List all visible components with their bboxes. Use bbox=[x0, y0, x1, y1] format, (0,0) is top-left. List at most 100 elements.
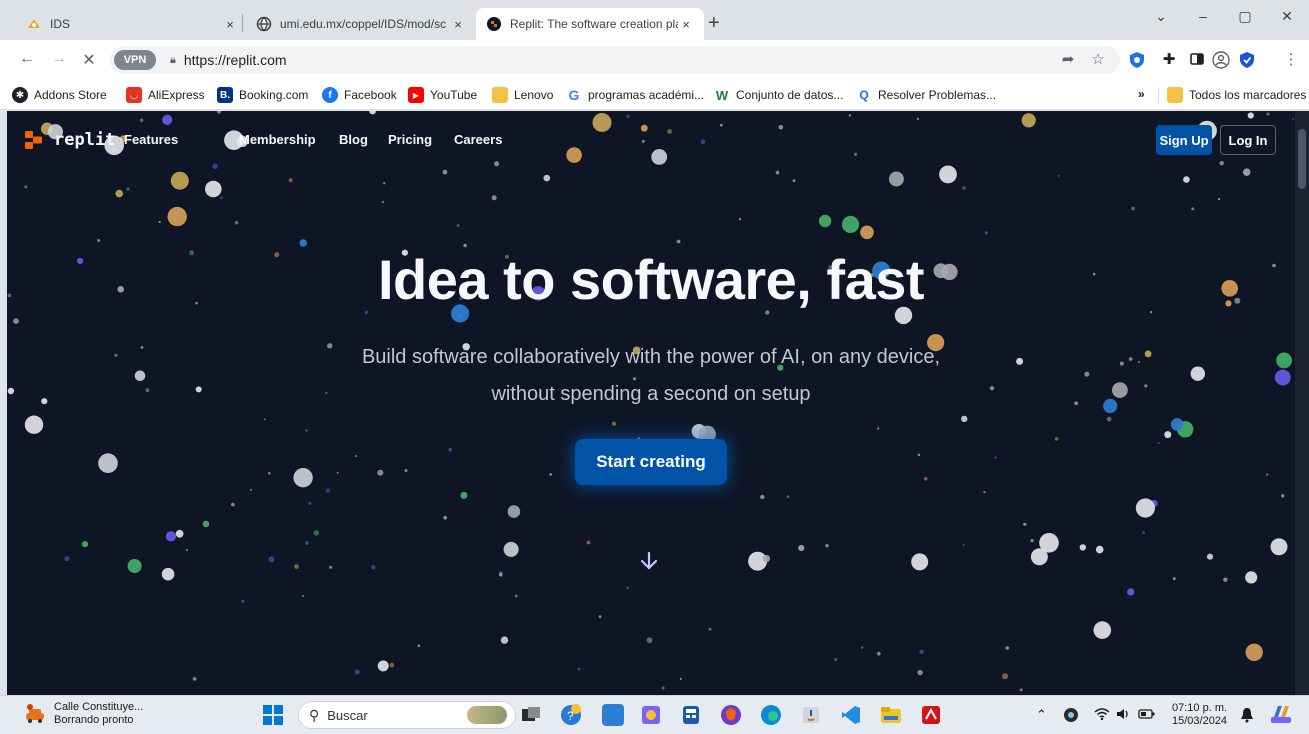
nav-blog[interactable]: Blog bbox=[339, 132, 368, 147]
particle-dot bbox=[1191, 207, 1195, 211]
particle-dot bbox=[1276, 352, 1292, 369]
bookmark-aliexpress[interactable]: ◡ AliExpress bbox=[126, 87, 205, 103]
vscode-app-icon[interactable] bbox=[840, 704, 862, 726]
particle-dot bbox=[961, 415, 968, 423]
particle-dot bbox=[626, 586, 629, 589]
menu-kebab-icon[interactable]: ⋮ bbox=[1282, 51, 1300, 69]
particle-dot bbox=[503, 541, 519, 557]
sign-up-button[interactable]: Sign Up bbox=[1156, 125, 1212, 155]
bookmark-booking[interactable]: B. Booking.com bbox=[217, 87, 308, 103]
vpn-badge[interactable]: VPN bbox=[114, 50, 156, 70]
close-window-button[interactable]: ✕ bbox=[1267, 8, 1307, 25]
particle-dot bbox=[24, 415, 44, 434]
bookmark-programas[interactable]: G programas académi... bbox=[566, 87, 705, 103]
particle-dot bbox=[1002, 673, 1009, 680]
nav-pricing[interactable]: Pricing bbox=[388, 132, 432, 147]
bookmarks-overflow-button[interactable]: » bbox=[1138, 87, 1145, 101]
share-icon[interactable]: ➦ bbox=[1059, 51, 1077, 69]
taskbar-search[interactable]: ⚲ Buscar bbox=[298, 701, 516, 729]
weather-title: Calle Constituye... bbox=[54, 701, 144, 713]
java-app-icon[interactable] bbox=[800, 704, 822, 726]
scroll-down-arrow-icon[interactable] bbox=[639, 551, 659, 571]
particle-dot bbox=[305, 429, 308, 432]
notification-bell-icon[interactable] bbox=[1240, 707, 1254, 726]
network-status-icon[interactable] bbox=[1062, 707, 1080, 726]
file-explorer-icon[interactable] bbox=[880, 704, 902, 726]
bookmarks-bar: ✱ Addons Store ◡ AliExpress B. Booking.c… bbox=[0, 80, 1309, 110]
scrollbar-thumb[interactable] bbox=[1298, 129, 1306, 189]
copilot-app-icon[interactable]: ? bbox=[560, 704, 582, 726]
particle-dot bbox=[676, 239, 681, 244]
particle-dot bbox=[1144, 350, 1152, 358]
extensions-puzzle-icon[interactable]: ✚ bbox=[1160, 51, 1178, 69]
brave-browser-icon[interactable] bbox=[720, 704, 742, 726]
start-creating-button[interactable]: Start creating bbox=[575, 439, 727, 485]
edge-browser-icon[interactable] bbox=[760, 704, 782, 726]
new-tab-button[interactable]: + bbox=[708, 12, 720, 35]
nav-careers[interactable]: Careers bbox=[454, 132, 502, 147]
tab-replit[interactable]: Replit: The software creation pla × bbox=[476, 8, 704, 40]
tab-search-button[interactable]: ⌄ bbox=[1141, 8, 1181, 25]
hero-title: Idea to software, fast bbox=[377, 248, 925, 311]
forward-button[interactable]: → bbox=[48, 50, 70, 68]
page-scrollbar[interactable] bbox=[1295, 111, 1309, 695]
profile-icon[interactable] bbox=[1212, 51, 1230, 69]
lock-icon[interactable]: 🔒︎ bbox=[170, 54, 176, 67]
particle-dot bbox=[984, 231, 988, 235]
minimize-button[interactable]: – bbox=[1183, 8, 1223, 24]
bookmark-youtube[interactable]: ▶ YouTube bbox=[408, 87, 477, 103]
bookmark-facebook[interactable]: f Facebook bbox=[322, 87, 397, 103]
shield-extension-icon[interactable] bbox=[1128, 51, 1146, 69]
particle-dot bbox=[443, 515, 448, 520]
tab-close-icon[interactable]: × bbox=[450, 17, 466, 32]
windows-start-icon[interactable] bbox=[262, 704, 284, 726]
particle-dot bbox=[98, 453, 118, 474]
particle-dot bbox=[1157, 441, 1160, 445]
taskbar-clock[interactable]: 07:10 p. m. 15/03/2024 bbox=[1172, 702, 1227, 728]
vpn-shield-icon[interactable] bbox=[1238, 51, 1256, 69]
particle-dot bbox=[268, 556, 275, 563]
particle-dot bbox=[939, 165, 957, 184]
bookmark-star-icon[interactable]: ☆ bbox=[1089, 51, 1107, 69]
tab-close-icon[interactable]: × bbox=[222, 17, 238, 32]
replit-logo[interactable]: replit bbox=[25, 130, 115, 150]
volume-icon[interactable] bbox=[1115, 707, 1131, 724]
search-icon: ⚲ bbox=[309, 706, 320, 723]
particle-dot bbox=[24, 185, 28, 189]
stop-loading-button[interactable]: ✕ bbox=[78, 50, 100, 70]
weather-widget[interactable]: Calle Constituye... Borrando pronto bbox=[24, 701, 143, 727]
particle-dot bbox=[170, 171, 189, 190]
nav-features[interactable]: Features bbox=[124, 132, 178, 147]
mdp-app-icon[interactable] bbox=[602, 704, 624, 726]
copilot-icon[interactable] bbox=[1270, 704, 1292, 727]
tab-umi[interactable]: umi.edu.mx/coppel/IDS/mod/sc × bbox=[246, 8, 476, 40]
calculator-app-icon[interactable] bbox=[680, 704, 702, 726]
nav-membership[interactable]: Membership bbox=[239, 132, 316, 147]
side-panel-icon[interactable] bbox=[1188, 51, 1206, 69]
wifi-icon[interactable] bbox=[1094, 707, 1110, 724]
bookmark-conjunto-datos[interactable]: W Conjunto de datos... bbox=[714, 87, 844, 103]
tab-close-icon[interactable]: × bbox=[678, 17, 694, 32]
log-in-button[interactable]: Log In bbox=[1220, 125, 1276, 155]
particle-dot bbox=[336, 471, 339, 474]
pdf-reader-icon[interactable] bbox=[920, 704, 942, 726]
tray-overflow-chevron-icon[interactable]: ⌃ bbox=[1036, 707, 1047, 723]
snip-tool-icon[interactable] bbox=[640, 704, 662, 726]
bookmark-resolver-problemas[interactable]: Q Resolver Problemas... bbox=[856, 87, 996, 103]
particle-dot bbox=[1247, 112, 1254, 119]
back-button[interactable]: ← bbox=[16, 50, 38, 68]
bookmark-lenovo-folder[interactable]: Lenovo bbox=[492, 87, 553, 103]
particle-dot bbox=[1054, 437, 1059, 441]
address-bar[interactable]: VPN 🔒︎ https://replit.com bbox=[110, 46, 1120, 74]
task-view-icon[interactable] bbox=[520, 704, 542, 726]
w-site-icon: W bbox=[715, 87, 729, 103]
battery-icon[interactable] bbox=[1138, 707, 1156, 724]
url-text[interactable]: https://replit.com bbox=[184, 52, 287, 68]
windows-taskbar: Calle Constituye... Borrando pronto ⚲ Bu… bbox=[0, 695, 1309, 734]
restore-button[interactable]: ▢ bbox=[1225, 8, 1265, 25]
particle-dot bbox=[1016, 357, 1024, 365]
particle-dot bbox=[114, 353, 118, 357]
tab-ids[interactable]: IDS × bbox=[16, 8, 248, 40]
bookmark-addons-store[interactable]: ✱ Addons Store bbox=[12, 87, 107, 103]
all-bookmarks-folder[interactable]: Todos los marcadores bbox=[1167, 87, 1306, 103]
